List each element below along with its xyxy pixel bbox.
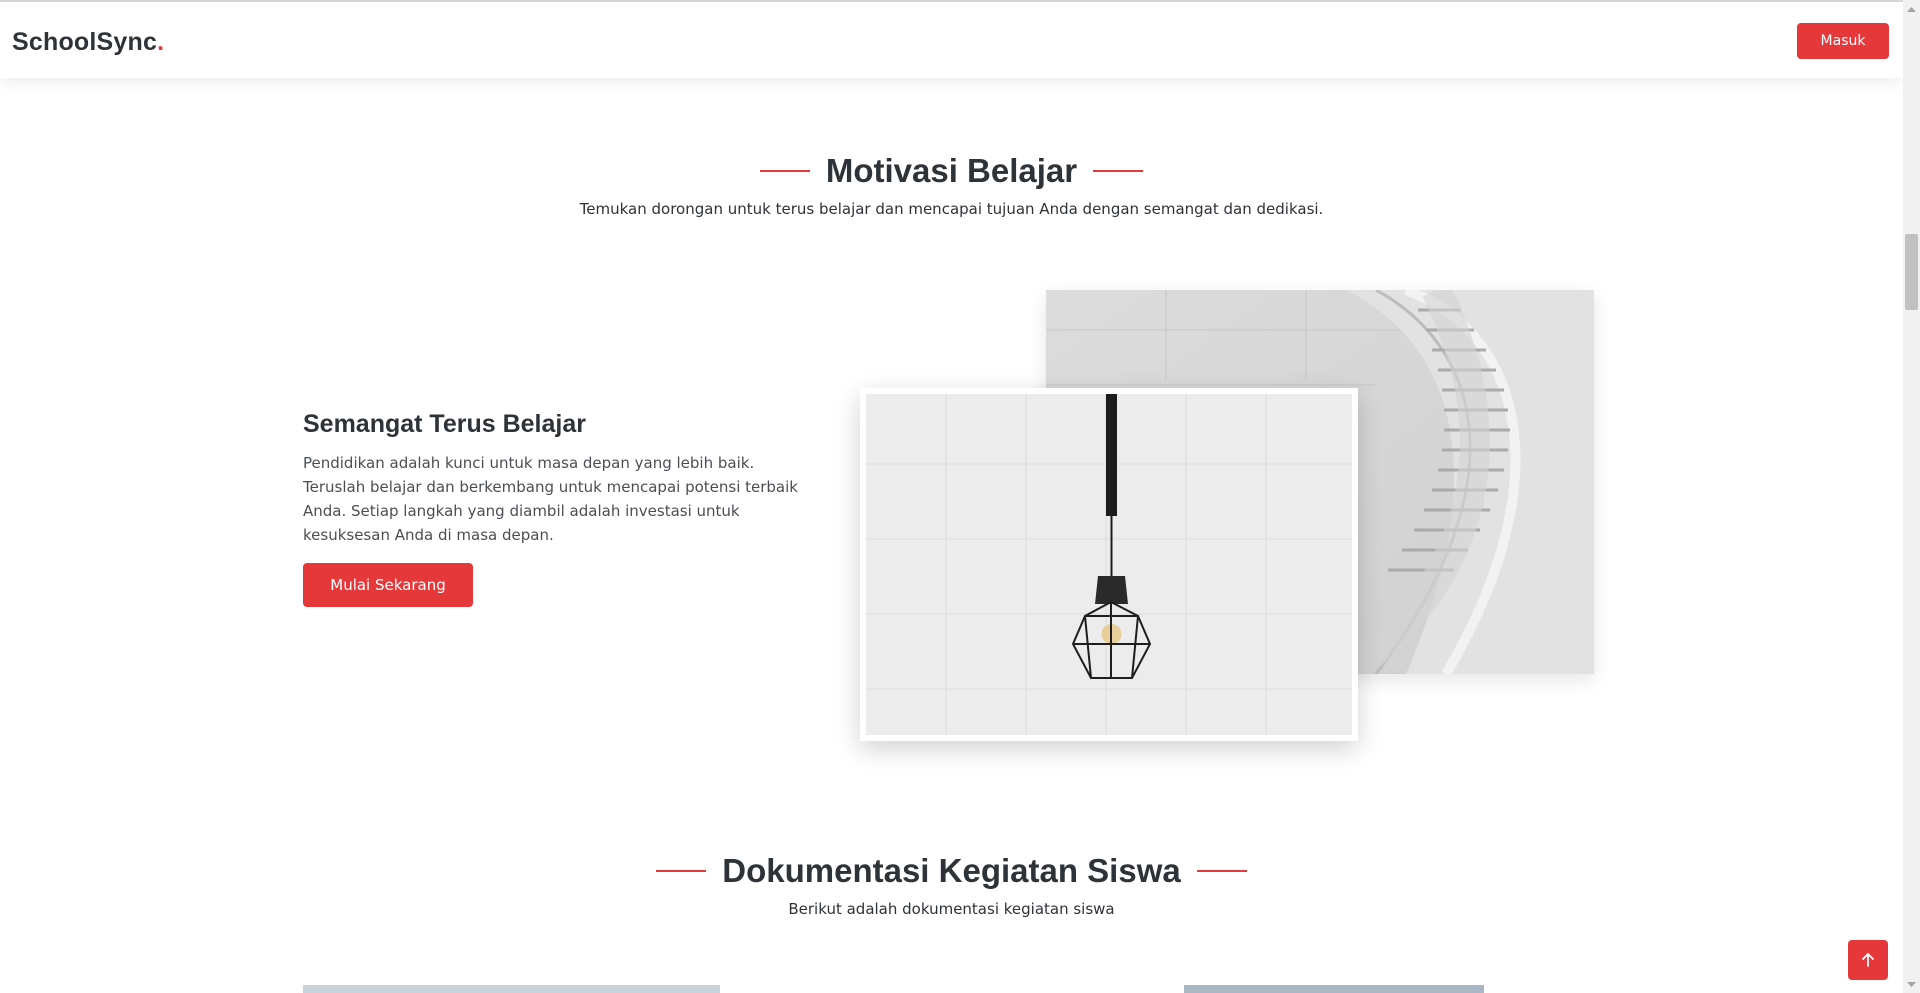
brand-dot: . [157,28,165,56]
arrow-up-icon [1862,953,1874,967]
scroll-down-arrow-icon[interactable] [1903,976,1920,993]
documentation-subtitle: Berikut adalah dokumentasi kegiatan sisw… [788,900,1115,918]
title-line-right [1093,170,1144,172]
lamp-image [860,388,1358,741]
back-to-top-button[interactable] [1848,940,1888,980]
title-line-right [1196,870,1247,872]
motivation-heading: Semangat Terus Belajar [303,410,586,438]
documentation-title-text: Dokumentasi Kegiatan Siswa [722,852,1181,889]
motivation-subtitle: Temukan dorongan untuk terus belajar dan… [579,200,1324,218]
documentation-title: Dokumentasi Kegiatan Siswa [656,852,1247,890]
navbar: SchoolSync. Masuk [0,2,1903,78]
brand-logo[interactable]: SchoolSync. [12,28,164,57]
title-line-left [759,170,810,172]
page: SchoolSync. Masuk Motivasi Belajar Temuk… [0,0,1903,993]
documentation-header: Dokumentasi Kegiatan Siswa Berikut adala… [0,852,1903,918]
motivation-header: Motivasi Belajar Temukan dorongan untuk … [0,152,1903,218]
login-button[interactable]: Masuk [1797,23,1889,59]
title-line-left [656,870,707,872]
brand-name: SchoolSync [12,28,158,56]
pendant-lamp-photo [866,394,1352,735]
motivation-title: Motivasi Belajar [759,152,1144,190]
scroll-up-arrow-icon[interactable] [1903,0,1920,17]
gallery-image-2[interactable] [1184,985,1484,993]
scrollbar-thumb[interactable] [1905,234,1918,310]
gallery-image-1[interactable] [303,985,720,993]
start-now-button[interactable]: Mulai Sekarang [303,563,473,607]
motivation-body: Pendidikan adalah kunci untuk masa depan… [303,454,798,544]
motivation-content: Semangat Terus Belajar Pendidikan adalah… [303,410,808,607]
motivation-title-text: Motivasi Belajar [825,152,1078,189]
page-scrollbar[interactable] [1903,0,1920,993]
